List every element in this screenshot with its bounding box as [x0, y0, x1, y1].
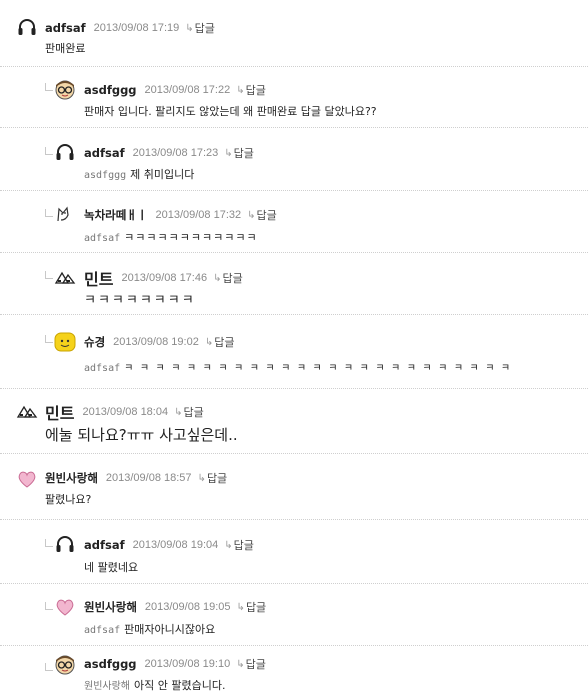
comment-date: 2013/09/08 17:46 [121, 272, 208, 284]
reply-button[interactable]: ↳ 답글 [185, 20, 215, 36]
comment-author[interactable]: adfsaf [84, 146, 125, 160]
cat-doodle-icon [57, 206, 69, 222]
reply-indent-marker [45, 335, 53, 343]
comment-text: 네 팔렸네요 [84, 561, 139, 574]
reply-indent-marker [45, 83, 53, 91]
reply-indent-marker [45, 602, 53, 610]
heart-icon [18, 471, 36, 488]
mention-tag[interactable]: 원빈사랑해 [84, 681, 130, 692]
heart-icon [56, 599, 74, 616]
reply-arrow-icon: ↳ [197, 472, 206, 484]
reply-button[interactable]: ↳ 답글 [174, 404, 204, 420]
reply-button[interactable]: ↳ 답글 [224, 145, 254, 161]
comment-item: 슈경 2013/09/08 19:02 ↳ 답글 adfsaf ㅋㅋㅋㅋㅋㅋㅋㅋㅋㅋ… [0, 315, 588, 389]
reply-indent-marker [45, 539, 53, 547]
comment-date: 2013/09/08 19:04 [132, 539, 219, 551]
comment-item: adfsaf 2013/09/08 17:19 ↳ 답글 판매완료 [0, 0, 588, 67]
comment-item: adfsaf 2013/09/08 17:23 ↳ 답글 asdfggg 제 취미입… [0, 128, 588, 191]
comment-item: 민트 2013/09/08 17:46 ↳ 답글 ㅋㅋㅋㅋㅋㅋㅋㅋ [0, 253, 588, 315]
comment-date: 2013/09/08 17:23 [132, 147, 219, 159]
comment-item: 원빈사랑해 2013/09/08 19:05 ↳ 답글 adfsaf 판매자아니시잖… [0, 584, 588, 646]
comment-text: asdfggg 제 취미입니다 [84, 168, 195, 181]
comment-text: 팔렸나요? [45, 493, 92, 506]
headphones-icon [56, 536, 74, 552]
reply-button[interactable]: ↳ 답글 [237, 599, 267, 615]
reply-arrow-icon: ↳ [185, 22, 194, 34]
comment-item: 녹차라떼ㅐㅣ 2013/09/08 17:32 ↳ 답글 adfsaf ㅋㅋㅋㅋㅋㅋ… [0, 191, 588, 253]
comment-item: asdfggg 2013/09/08 19:10 ↳ 답글 원빈사랑해 아직 안 팔… [0, 646, 588, 698]
reply-arrow-icon: ↳ [224, 539, 233, 551]
reply-button[interactable]: ↳ 답글 [205, 334, 235, 350]
comment-author[interactable]: adfsaf [45, 21, 86, 35]
reply-arrow-icon: ↳ [204, 336, 214, 348]
reply-button[interactable]: ↳ 답글 [198, 470, 228, 486]
comment-author[interactable]: 원빈사랑해 [84, 599, 137, 615]
reply-button[interactable]: ↳ 답글 [236, 656, 266, 672]
reply-arrow-icon: ↳ [174, 406, 183, 418]
reply-indent-marker [45, 663, 53, 671]
comment-text: 에눌 되나요?ㅠㅠ 사고싶은데.. [45, 426, 238, 444]
reply-button[interactable]: ↳ 답글 [236, 82, 266, 98]
comment-date: 2013/09/08 18:57 [105, 472, 192, 484]
reply-arrow-icon: ↳ [213, 272, 222, 284]
comment-date: 2013/09/08 19:05 [144, 601, 231, 613]
reply-button[interactable]: ↳ 답글 [247, 207, 277, 223]
comment-item: asdfggg 2013/09/08 17:22 ↳ 답글 판매자 입니다. 팔리… [0, 67, 588, 128]
glasses-face-icon [55, 655, 75, 675]
mint-avatar-icon [54, 271, 76, 284]
reply-arrow-icon: ↳ [224, 147, 233, 159]
comment-date: 2013/09/08 19:10 [144, 658, 231, 670]
headphones-icon [18, 19, 36, 35]
comment-item: 민트 2013/09/08 18:04 ↳ 답글 에눌 되나요?ㅠㅠ 사고싶은데.… [0, 389, 588, 454]
comment-date: 2013/09/08 18:04 [82, 406, 169, 418]
mint-avatar-icon [16, 405, 38, 418]
comment-author[interactable]: adfsaf [84, 538, 125, 552]
comment-author[interactable]: 원빈사랑해 [45, 470, 98, 486]
comment-text: adfsaf ㅋㅋㅋㅋㅋㅋㅋㅋㅋㅋㅋㅋㅋㅋㅋㅋㅋㅋㅋㅋㅋㅋㅋㅋㅋ [84, 363, 517, 374]
glasses-face-icon [55, 80, 75, 100]
comment-item: 원빈사랑해 2013/09/08 18:57 ↳ 답글 팔렸나요? [0, 454, 588, 520]
comment-text: 원빈사랑해 아직 안 팔렸습니다. [84, 679, 226, 692]
comment-author[interactable]: asdfggg [84, 657, 137, 671]
reply-arrow-icon: ↳ [236, 658, 245, 670]
reply-arrow-icon: ↳ [236, 84, 245, 96]
reply-indent-marker [45, 271, 53, 279]
comment-author[interactable]: 슈경 [84, 334, 105, 350]
reply-arrow-icon: ↳ [247, 209, 256, 221]
reply-indent-marker [45, 209, 53, 217]
reply-indent-marker [45, 147, 53, 155]
comment-text: adfsaf 판매자아니시잖아요 [84, 623, 216, 636]
reply-arrow-icon: ↳ [236, 601, 245, 613]
comment-text: 판매자 입니다. 팔리지도 않았는데 왜 판매완료 답글 달았나요?? [84, 105, 377, 118]
comment-date: 2013/09/08 17:22 [144, 84, 231, 96]
yellow-smiley-icon [54, 332, 76, 352]
comment-date: 2013/09/08 17:19 [93, 22, 180, 34]
comment-date: 2013/09/08 19:02 [113, 336, 199, 348]
reply-button[interactable]: ↳ 답글 [224, 537, 254, 553]
comment-text: 판매완료 [45, 42, 86, 55]
comment-author[interactable]: 녹차라떼ㅐㅣ [84, 207, 147, 223]
mention-tag[interactable]: asdfggg [84, 170, 126, 181]
comment-date: 2013/09/08 17:32 [155, 209, 242, 221]
comment-author[interactable]: asdfggg [84, 83, 137, 97]
comment-author[interactable]: 민트 [84, 266, 113, 290]
mention-tag[interactable]: adfsaf [84, 233, 120, 244]
comment-author[interactable]: 민트 [45, 400, 74, 424]
mention-tag[interactable]: adfsaf [84, 363, 120, 374]
mention-tag[interactable]: adfsaf [84, 625, 120, 636]
reply-button[interactable]: ↳ 답글 [213, 270, 243, 286]
comment-text: ㅋㅋㅋㅋㅋㅋㅋㅋ [84, 293, 196, 308]
headphones-icon [56, 144, 74, 160]
comment-text: adfsaf ㅋㅋㅋㅋㅋㅋㅋㅋㅋㅋㅋㅋ [84, 231, 258, 244]
comment-item: adfsaf 2013/09/08 19:04 ↳ 답글 네 팔렸네요 [0, 520, 588, 584]
